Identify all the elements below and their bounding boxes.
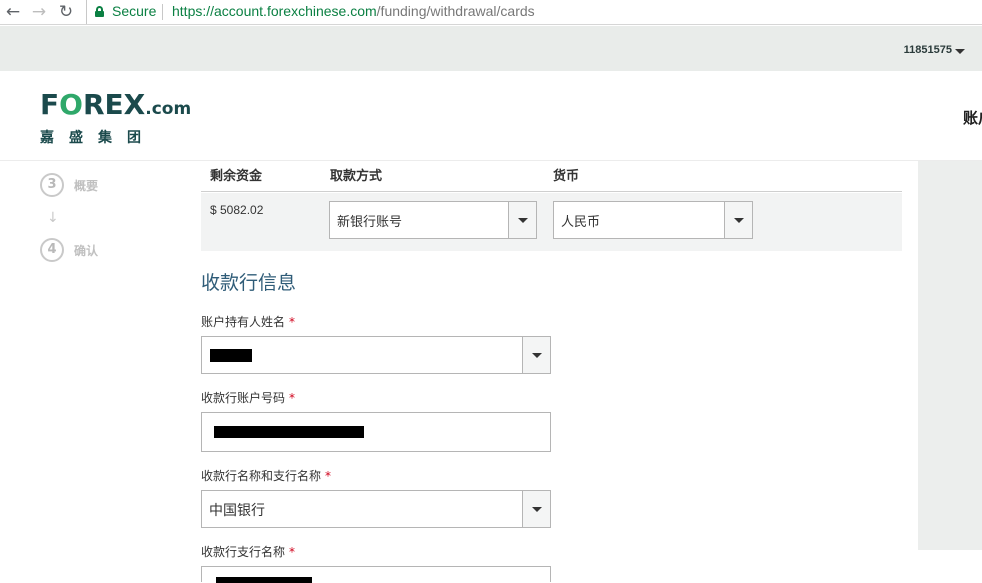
url-path: /funding/withdrawal/cards: [376, 3, 535, 19]
logo-com: .com: [145, 99, 192, 119]
step-number: 3: [40, 173, 64, 197]
step-number: 4: [40, 238, 64, 262]
reload-icon[interactable]: ↻: [57, 3, 75, 21]
secure-label: Secure: [112, 3, 157, 19]
column-header-method: 取款方式: [330, 169, 383, 184]
select-value: 新银行账号: [337, 215, 403, 230]
account-id[interactable]: 11851575: [904, 44, 952, 56]
summary-header-row: 剩余资金 取款方式 货币: [201, 161, 902, 192]
step-label: 确认: [74, 244, 99, 258]
chevron-down-icon[interactable]: [955, 49, 965, 54]
step-label: 概要: [74, 179, 99, 193]
label-text: 账户持有人姓名: [201, 315, 286, 329]
url-text[interactable]: https://account.forexchinese.com/funding…: [172, 3, 535, 19]
summary-row: $ 5082.02: [201, 193, 902, 251]
site-header: FOREX.com 嘉盛集团 账户: [0, 71, 982, 161]
dropdown-button[interactable]: [724, 202, 752, 238]
redacted-value: [210, 349, 252, 362]
required-mark: *: [289, 545, 296, 559]
holder-name-select[interactable]: [201, 336, 551, 374]
lock-icon: [95, 6, 104, 17]
browser-toolbar: ← → ↻ Secure https://account.forexchines…: [0, 0, 982, 25]
arrow-left-icon[interactable]: ←: [4, 3, 22, 21]
step-confirm: 4 确认: [40, 238, 180, 262]
redacted-value: [214, 426, 364, 438]
chevron-down-icon: [532, 353, 542, 358]
column-header-balance: 剩余资金: [210, 169, 263, 184]
arrow-right-icon[interactable]: →: [30, 3, 48, 21]
required-mark: *: [325, 469, 332, 483]
select-value: 中国银行: [209, 503, 265, 519]
dropdown-button[interactable]: [522, 491, 550, 527]
chevron-down-icon: [734, 218, 744, 223]
account-number-label: 收款行账户号码 *: [201, 389, 295, 406]
holder-name-label: 账户持有人姓名 *: [201, 313, 295, 330]
logo-letter-f: F: [40, 88, 60, 121]
logo-letter-o: O: [59, 88, 83, 121]
label-text: 收款行账户号码: [201, 391, 286, 405]
currency-select[interactable]: 人民币: [553, 201, 753, 239]
remaining-balance: $ 5082.02: [210, 203, 264, 217]
account-number-input[interactable]: [201, 412, 551, 452]
column-header-currency: 货币: [553, 169, 580, 184]
chevron-down-icon: [532, 507, 542, 512]
label-text: 收款行名称和支行名称: [201, 469, 322, 483]
right-side-panel: [918, 161, 982, 550]
arrow-down-icon: ↓: [47, 210, 59, 226]
dropdown-button[interactable]: [522, 337, 550, 373]
address-bar[interactable]: Secure https://account.forexchinese.com/…: [86, 0, 982, 24]
section-title: 收款行信息: [201, 272, 297, 294]
logo-letters-rex: REX: [82, 88, 146, 121]
dropdown-button[interactable]: [508, 202, 536, 238]
chevron-down-icon: [518, 218, 528, 223]
withdrawal-summary-table: 剩余资金 取款方式 货币 $ 5082.02: [201, 161, 902, 251]
url-separator: [162, 4, 163, 20]
redacted-value: [216, 577, 312, 583]
header-account-link[interactable]: 账户: [963, 107, 982, 128]
logo-subtitle: 嘉盛集团: [40, 130, 156, 146]
label-text: 收款行支行名称: [201, 545, 286, 559]
withdrawal-method-select[interactable]: 新银行账号: [329, 201, 537, 239]
required-mark: *: [289, 315, 296, 329]
forex-logo[interactable]: FOREX.com 嘉盛集团: [40, 91, 191, 147]
required-mark: *: [289, 391, 296, 405]
url-origin: https://account.forexchinese.com: [172, 3, 377, 19]
branch-name-input[interactable]: [201, 566, 551, 583]
step-summary: 3 概要: [40, 173, 180, 197]
bank-name-label: 收款行名称和支行名称 *: [201, 467, 331, 484]
account-bar: 11851575: [0, 26, 982, 71]
bank-name-select[interactable]: 中国银行: [201, 490, 551, 528]
branch-name-label: 收款行支行名称 *: [201, 543, 295, 560]
select-value: 人民币: [561, 215, 601, 230]
